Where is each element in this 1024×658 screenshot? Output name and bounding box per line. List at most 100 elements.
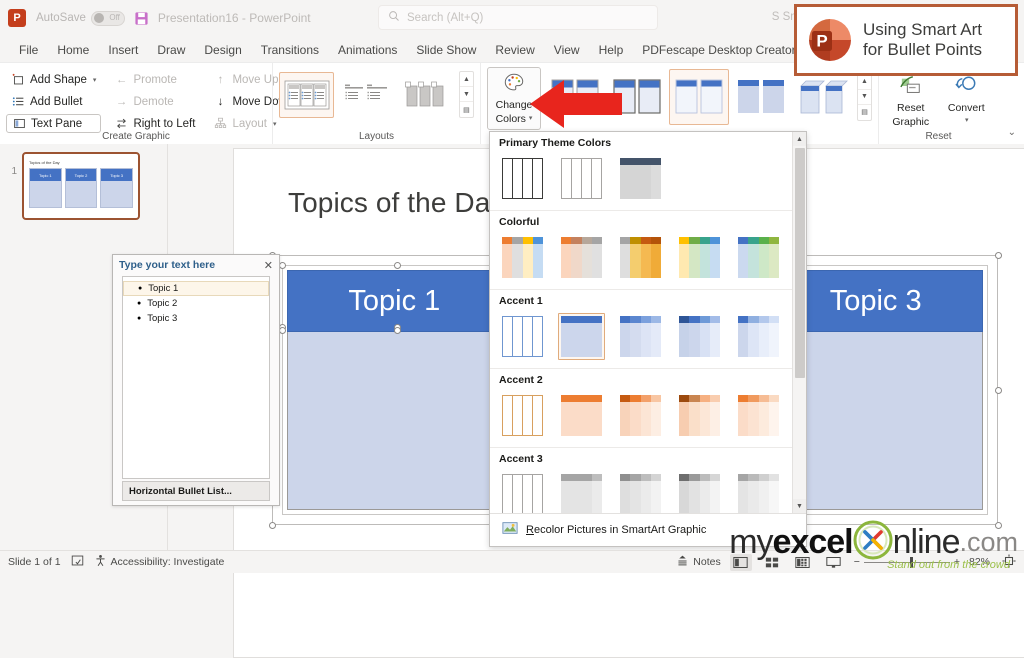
reading-view-icon[interactable]: [792, 554, 814, 571]
reset-graphic-button[interactable]: Reset Graphic: [885, 71, 937, 132]
slide-count-label[interactable]: Slide 1 of 1: [8, 556, 61, 568]
resize-handle-se[interactable]: [995, 522, 1002, 529]
convert-button[interactable]: Convert ▾: [941, 71, 993, 132]
scroll-up-icon[interactable]: ▲: [793, 132, 806, 146]
styles-gallery-scroll[interactable]: ▲ ▼ ▤: [857, 73, 872, 121]
tab-pdfescape-desktop-creator[interactable]: PDFescape Desktop Creator: [633, 40, 804, 62]
color-swatch[interactable]: [735, 471, 782, 513]
demote-button[interactable]: → Demote: [109, 92, 200, 111]
layout-gallery-item-horizontal-bullet-list[interactable]: [279, 71, 335, 118]
tab-slide-show[interactable]: Slide Show: [407, 40, 485, 62]
text-pane-item-2[interactable]: ● Topic 2: [123, 296, 269, 311]
ribbon-collapse-chevron-icon[interactable]: ⌄: [1008, 127, 1016, 138]
smartart-style-item-4[interactable]: [731, 69, 791, 125]
save-icon[interactable]: [134, 11, 149, 26]
color-swatch[interactable]: [558, 392, 605, 439]
chevron-down-icon[interactable]: ▾: [965, 117, 969, 125]
tab-file[interactable]: File: [10, 40, 47, 62]
color-swatch[interactable]: [676, 313, 723, 360]
color-swatch[interactable]: [499, 313, 546, 360]
shape-handle-nw[interactable]: [279, 262, 286, 269]
color-swatch[interactable]: [735, 234, 782, 281]
zoom-in-icon[interactable]: +: [954, 556, 960, 568]
shape-handle-se[interactable]: [394, 327, 401, 334]
resize-handle-e[interactable]: [995, 387, 1002, 394]
recolor-pictures-row[interactable]: Recolor Pictures in SmartArt Graphic: [490, 513, 806, 546]
tab-transitions[interactable]: Transitions: [252, 40, 328, 62]
gallery-more-icon[interactable]: ▤: [460, 102, 473, 117]
scroll-down-icon[interactable]: ▼: [459, 87, 473, 102]
text-pane-item-3[interactable]: ● Topic 3: [123, 311, 269, 326]
add-shape-button[interactable]: Add Shape ▾: [6, 70, 101, 89]
color-swatch[interactable]: [735, 313, 782, 360]
smartart-text-pane[interactable]: Type your text here ✕ ● Topic 1 ● Topic …: [112, 254, 280, 506]
slide-sorter-icon[interactable]: [761, 554, 783, 571]
text-pane-list[interactable]: ● Topic 1 ● Topic 2 ● Topic 3: [122, 276, 270, 479]
tab-view[interactable]: View: [545, 40, 589, 62]
tab-insert[interactable]: Insert: [99, 40, 147, 62]
color-swatch[interactable]: [499, 392, 546, 439]
fit-slide-icon[interactable]: [1002, 553, 1016, 571]
scroll-down-icon[interactable]: ▼: [858, 90, 871, 105]
tab-design[interactable]: Design: [195, 40, 250, 62]
slide-thumbnail-row[interactable]: 1 Topics of the Day Topic 1 Topic 2 Topi…: [0, 144, 167, 228]
color-swatch-selected[interactable]: [558, 313, 605, 360]
zoom-slider-track[interactable]: [863, 556, 950, 568]
zoom-out-icon[interactable]: −: [854, 556, 860, 568]
dropdown-scrollbar[interactable]: ▲ ▼: [792, 132, 806, 513]
color-swatch[interactable]: [558, 155, 605, 202]
smartart-shape-1[interactable]: Topic 1: [287, 270, 502, 510]
resize-handle-ne[interactable]: [995, 252, 1002, 259]
autosave-toggle[interactable]: Off: [90, 10, 125, 26]
tab-home[interactable]: Home: [48, 40, 98, 62]
color-swatch[interactable]: [617, 313, 664, 360]
slide-show-icon[interactable]: [823, 554, 845, 571]
search-input[interactable]: Search (Alt+Q): [378, 5, 658, 30]
scroll-down-icon[interactable]: ▼: [793, 499, 806, 513]
zoom-slider[interactable]: − +: [854, 556, 960, 568]
color-swatch[interactable]: [617, 234, 664, 281]
normal-view-icon[interactable]: [729, 553, 752, 571]
color-swatch[interactable]: [499, 471, 546, 513]
scroll-up-icon[interactable]: ▲: [459, 72, 473, 87]
tab-review[interactable]: Review: [486, 40, 543, 62]
close-icon[interactable]: ✕: [264, 259, 273, 272]
layout-gallery-item-3[interactable]: [397, 71, 453, 118]
color-swatch[interactable]: [617, 392, 664, 439]
gallery-more-icon[interactable]: ▤: [858, 105, 871, 120]
slide-title-text[interactable]: Topics of the Day: [288, 187, 504, 219]
zoom-level-label[interactable]: 82%: [969, 556, 993, 568]
color-swatch[interactable]: [735, 392, 782, 439]
color-swatch[interactable]: [499, 234, 546, 281]
color-swatch[interactable]: [558, 471, 605, 513]
scrollbar-thumb[interactable]: [795, 148, 805, 378]
color-swatch[interactable]: [617, 155, 664, 202]
color-swatch[interactable]: [676, 471, 723, 513]
notes-button[interactable]: Notes: [676, 554, 721, 570]
change-colors-dropdown[interactable]: Primary Theme Colors Colorful Accent 1 Acce…: [489, 131, 807, 547]
shape-handle-sw[interactable]: [279, 327, 286, 334]
notes-indicator-icon[interactable]: [71, 554, 84, 570]
smartart-style-item-5[interactable]: [793, 69, 853, 125]
add-bullet-button[interactable]: Add Bullet: [6, 92, 101, 111]
color-swatch[interactable]: [617, 471, 664, 513]
slide-thumbnail-1[interactable]: Topics of the Day Topic 1 Topic 2 Topic …: [22, 152, 140, 220]
color-swatch[interactable]: [499, 155, 546, 202]
tab-animations[interactable]: Animations: [329, 40, 406, 62]
smartart-style-item-selected[interactable]: [669, 69, 729, 125]
tab-help[interactable]: Help: [590, 40, 633, 62]
scroll-up-icon[interactable]: ▲: [858, 75, 871, 90]
text-pane-item-1[interactable]: ● Topic 1: [123, 281, 269, 296]
promote-button[interactable]: ← Promote: [109, 70, 200, 89]
layouts-gallery-scroll[interactable]: ▲ ▼ ▤: [458, 71, 474, 118]
resize-handle-sw[interactable]: [269, 522, 276, 529]
tab-draw[interactable]: Draw: [148, 40, 194, 62]
shape-handle-n[interactable]: [394, 262, 401, 269]
color-swatch[interactable]: [676, 392, 723, 439]
layout-gallery-item-2[interactable]: [338, 71, 394, 118]
color-swatch[interactable]: [676, 234, 723, 281]
color-swatch[interactable]: [558, 234, 605, 281]
zoom-slider-knob[interactable]: [909, 556, 913, 568]
chevron-down-icon[interactable]: ▾: [93, 76, 97, 84]
accessibility-status[interactable]: Accessibility: Investigate: [94, 554, 224, 570]
